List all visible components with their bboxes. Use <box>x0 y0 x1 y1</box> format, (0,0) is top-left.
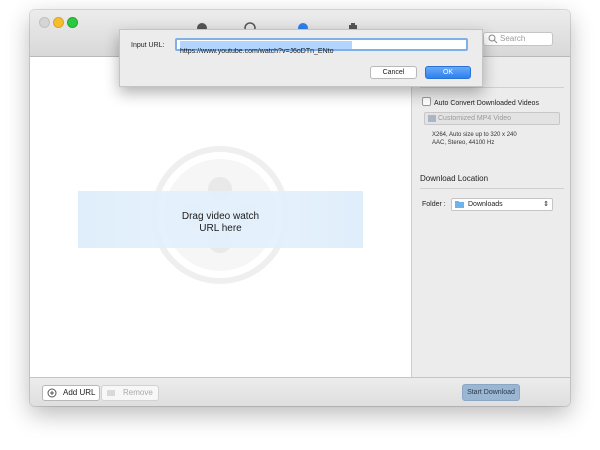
search-placeholder: Search <box>500 34 526 43</box>
chevron-updown-icon: ⇕ <box>543 201 549 208</box>
drop-area[interactable]: Drag video watch URL here <box>30 57 410 377</box>
remove-label: Remove <box>123 388 153 397</box>
preset-info-line1: X264, Auto size up to 320 x 240 <box>432 132 517 138</box>
folder-icon <box>455 201 464 208</box>
ok-button[interactable]: OK <box>425 66 471 79</box>
add-url-label: Add URL <box>63 388 96 397</box>
auto-convert-row[interactable]: Auto Convert Downloaded Videos <box>422 97 539 107</box>
auto-convert-checkbox[interactable] <box>422 97 431 106</box>
minimize-icon[interactable] <box>53 17 64 28</box>
input-url-dialog: Input URL: Cancel OK <box>119 29 483 87</box>
start-download-button[interactable]: Start Download <box>462 384 520 401</box>
search-icon <box>488 34 498 44</box>
add-icon <box>47 388 57 398</box>
folder-select[interactable]: Downloads ⇕ <box>451 198 553 211</box>
auto-convert-label: Auto Convert Downloaded Videos <box>434 100 539 107</box>
folder-label: Folder : <box>422 201 446 208</box>
download-location-title: Download Location <box>420 174 489 183</box>
close-icon[interactable] <box>39 17 50 28</box>
preset-label: Customized MP4 Video <box>438 115 512 122</box>
folder-value: Downloads <box>468 201 503 208</box>
url-input-field[interactable] <box>175 38 468 56</box>
preset-info-line2: AAC, Stereo, 44100 Hz <box>432 140 495 146</box>
cancel-button[interactable]: Cancel <box>370 66 417 79</box>
input-url-label: Input URL: <box>131 42 165 49</box>
search-field[interactable]: Search <box>483 32 553 46</box>
url-input[interactable] <box>180 47 466 56</box>
divider <box>420 87 564 88</box>
bottom-bar: Add URL Remove Start Download <box>30 377 570 406</box>
preset-button[interactable]: Customized MP4 Video <box>424 112 560 125</box>
remove-icon <box>107 390 115 396</box>
remove-button[interactable]: Remove <box>101 385 159 401</box>
drop-instructions: Drag video watch URL here <box>181 211 260 234</box>
add-url-button[interactable]: Add URL <box>42 385 100 401</box>
maximize-icon[interactable] <box>67 17 78 28</box>
preset-icon <box>428 115 436 122</box>
divider <box>420 188 564 189</box>
settings-panel: Auto Convert Downloaded Videos Customize… <box>411 57 570 377</box>
